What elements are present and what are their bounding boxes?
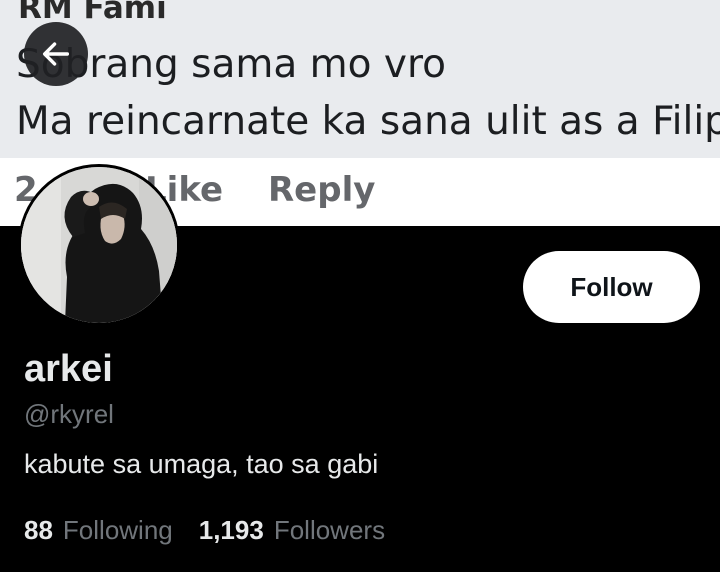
followers-label: Followers (273, 515, 386, 545)
profile-display-name: arkei (24, 348, 113, 390)
comment-bubble: RM Fami Sobrang sama mo vro Ma reincarna… (0, 0, 720, 158)
comment-author: RM Fami (18, 0, 167, 26)
arrow-left-icon (42, 42, 70, 66)
following-count: 88 (24, 515, 53, 545)
avatar[interactable] (18, 164, 180, 326)
comment-reply-action: Reply (268, 170, 376, 210)
followers-count: 1,193 (198, 515, 264, 545)
comment-text-line-2: Ma reincarnate ka sana ulit as a Filip (16, 99, 720, 144)
following-link[interactable]: 88 Following (24, 515, 173, 546)
follow-button[interactable]: Follow (523, 251, 700, 323)
profile-bio: kabute sa umaga, tao sa gabi (24, 449, 379, 479)
avatar-photo (21, 167, 177, 323)
profile-handle: @rkyrel (24, 399, 114, 429)
back-button[interactable] (24, 22, 88, 86)
following-label: Following (62, 515, 173, 545)
profile-stats: 88 Following 1,193 Followers (24, 515, 385, 546)
followers-link[interactable]: 1,193 Followers (199, 515, 385, 546)
